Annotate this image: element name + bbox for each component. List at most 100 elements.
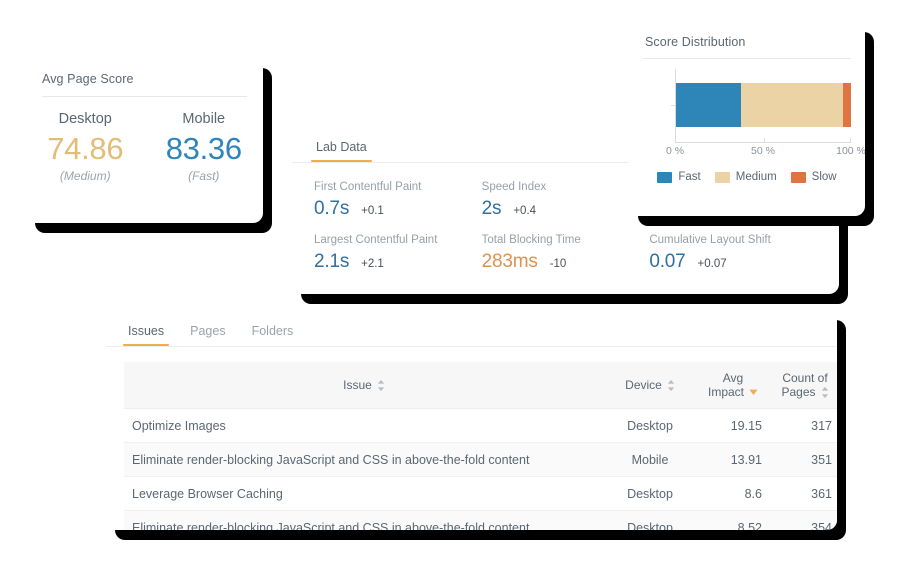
legend-label: Medium xyxy=(735,171,777,183)
tab-issues[interactable]: Issues xyxy=(122,324,170,346)
score-label-mobile: Mobile xyxy=(182,111,226,127)
metric-label: First Contentful Paint xyxy=(314,181,422,193)
sort-desc-icon[interactable] xyxy=(749,389,758,395)
avg-page-score-header: Avg Page Score xyxy=(26,58,263,96)
legend-item-slow[interactable]: Slow xyxy=(790,171,837,183)
score-column-desktop: Desktop 74.86 (Medium) xyxy=(26,111,145,183)
issues-card: Issues Pages Folders Issue Device Avg Im… xyxy=(106,310,837,530)
score-rating-desktop: (Medium) xyxy=(59,168,111,183)
table-row[interactable]: Eliminate render-blocking JavaScript and… xyxy=(124,510,837,530)
legend-item-fast[interactable]: Fast xyxy=(657,171,701,183)
bar-segment-medium[interactable] xyxy=(740,83,844,127)
column-header-device[interactable]: Device xyxy=(604,362,696,409)
sort-icon[interactable] xyxy=(821,386,829,398)
score-distribution-card: Score Distribution 0 % 50 % 100 % Fast Medi… xyxy=(629,22,865,216)
metric-label: Speed Index xyxy=(481,181,547,193)
stacked-bar[interactable] xyxy=(676,83,851,127)
cell-count-of-pages[interactable]: 361 xyxy=(770,476,837,511)
score-value-mobile: 83.36 xyxy=(165,131,242,166)
metric-cumulative-layout-shift: Cumulative Layout Shift 0.07 +0.07 xyxy=(649,234,817,273)
table-row[interactable]: Optimize Images Desktop 19.15 317 xyxy=(124,408,837,443)
column-header-count-line1: Count of xyxy=(782,371,828,385)
score-label-desktop: Desktop xyxy=(58,111,112,127)
bar-segment-slow[interactable] xyxy=(843,83,851,127)
score-value-desktop: 74.86 xyxy=(47,131,124,166)
tab-pages[interactable]: Pages xyxy=(188,324,227,346)
chart-legend: Fast Medium Slow xyxy=(629,171,865,183)
sort-icon[interactable] xyxy=(667,379,675,391)
sort-icon[interactable] xyxy=(377,379,385,391)
x-axis-label: 100 % xyxy=(836,145,865,157)
divider xyxy=(629,58,865,59)
column-header-issue[interactable]: Issue xyxy=(124,362,604,409)
metric-label: Total Blocking Time xyxy=(481,234,581,246)
chart-x-tick-100 xyxy=(850,138,851,143)
bar-segment-fast[interactable] xyxy=(676,83,741,127)
cell-issue: Eliminate render-blocking JavaScript and… xyxy=(124,510,604,530)
card-title: Avg Page Score xyxy=(42,72,134,86)
column-header-count-of-pages[interactable]: Count of Pages xyxy=(770,362,837,409)
cell-avg-impact: 13.91 xyxy=(696,442,770,477)
table-header-row: Issue Device Avg Impact Count of Pages xyxy=(124,362,837,409)
legend-label: Slow xyxy=(811,171,837,183)
legend-swatch xyxy=(714,171,730,183)
avg-page-score-card: Avg Page Score Desktop 74.86 (Medium) Mo… xyxy=(26,58,263,223)
cell-avg-impact: 8.52 xyxy=(696,510,770,530)
issues-tabs: Issues Pages Folders xyxy=(106,310,837,346)
issues-table-wrap: Issue Device Avg Impact Count of Pages O… xyxy=(106,347,837,530)
metric-first-contentful-paint: First Contentful Paint 0.7s +0.1 xyxy=(314,181,482,220)
metric-value: 0.07 xyxy=(649,251,686,272)
metric-speed-index: Speed Index 2s +0.4 xyxy=(482,181,650,220)
table-row[interactable]: Eliminate render-blocking JavaScript and… xyxy=(124,442,837,477)
metric-label: Cumulative Layout Shift xyxy=(649,234,771,246)
cell-device: Mobile xyxy=(604,442,696,477)
table-row[interactable]: Leverage Browser Caching Desktop 8.6 361 xyxy=(124,476,837,511)
score-rating-mobile: (Fast) xyxy=(188,168,220,183)
cell-count-of-pages[interactable]: 351 xyxy=(770,442,837,477)
cell-device: Desktop xyxy=(604,408,696,443)
chart-x-tick-labels: 0 % 50 % 100 % xyxy=(666,145,865,161)
cell-device: Desktop xyxy=(604,510,696,530)
metric-delta: +2.1 xyxy=(361,258,384,270)
metric-delta: +0.07 xyxy=(697,258,727,270)
metric-total-blocking-time: Total Blocking Time 283ms -10 xyxy=(482,234,650,273)
column-header-issue-label: Issue xyxy=(343,378,372,392)
card-title: Score Distribution xyxy=(645,35,746,49)
tab-lab-data[interactable]: Lab Data xyxy=(311,140,372,162)
score-distribution-chart: 0 % 50 % 100 % xyxy=(645,69,865,161)
cell-avg-impact: 19.15 xyxy=(696,408,770,443)
cell-avg-impact: 8.6 xyxy=(696,476,770,511)
x-axis-label: 0 % xyxy=(665,145,685,157)
x-axis-label: 50 % xyxy=(751,145,775,157)
metric-delta: +0.4 xyxy=(513,205,537,217)
cell-count-of-pages[interactable]: 317 xyxy=(770,408,837,443)
column-header-avg-impact-line1: Avg xyxy=(722,371,744,385)
column-header-count-line2: Pages xyxy=(781,385,816,399)
legend-swatch xyxy=(790,171,806,183)
metric-delta: -10 xyxy=(549,258,567,270)
metric-label: Largest Contentful Paint xyxy=(314,234,438,246)
metric-largest-contentful-paint: Largest Contentful Paint 2.1s +2.1 xyxy=(314,234,482,273)
chart-x-tick-50 xyxy=(763,138,765,143)
column-header-avg-impact[interactable]: Avg Impact xyxy=(696,362,770,409)
issues-table: Issue Device Avg Impact Count of Pages O… xyxy=(124,362,837,530)
metric-delta: +0.1 xyxy=(361,205,384,217)
metric-value: 283ms xyxy=(481,251,538,272)
metric-value: 2.1s xyxy=(314,251,350,272)
table-header: Issue Device Avg Impact Count of Pages xyxy=(124,362,837,409)
column-header-avg-impact-line2: Impact xyxy=(707,385,744,399)
cell-count-of-pages[interactable]: 354 xyxy=(770,510,837,530)
tab-folders[interactable]: Folders xyxy=(250,324,296,346)
score-column-mobile: Mobile 83.36 (Fast) xyxy=(145,111,264,183)
metric-value: 0.7s xyxy=(314,198,350,219)
score-columns: Desktop 74.86 (Medium) Mobile 83.36 (Fas… xyxy=(26,97,263,183)
score-distribution-header: Score Distribution xyxy=(629,22,865,58)
metric-value: 2s xyxy=(481,198,502,219)
column-header-device-label: Device xyxy=(625,378,662,392)
cell-device: Desktop xyxy=(604,476,696,511)
dashboard-screenshot: Avg Page Score Desktop 74.86 (Medium) Mo… xyxy=(0,0,900,564)
legend-swatch xyxy=(657,171,673,183)
cell-issue: Leverage Browser Caching xyxy=(124,476,604,511)
legend-item-medium[interactable]: Medium xyxy=(714,171,777,183)
cell-issue: Optimize Images xyxy=(124,408,604,443)
